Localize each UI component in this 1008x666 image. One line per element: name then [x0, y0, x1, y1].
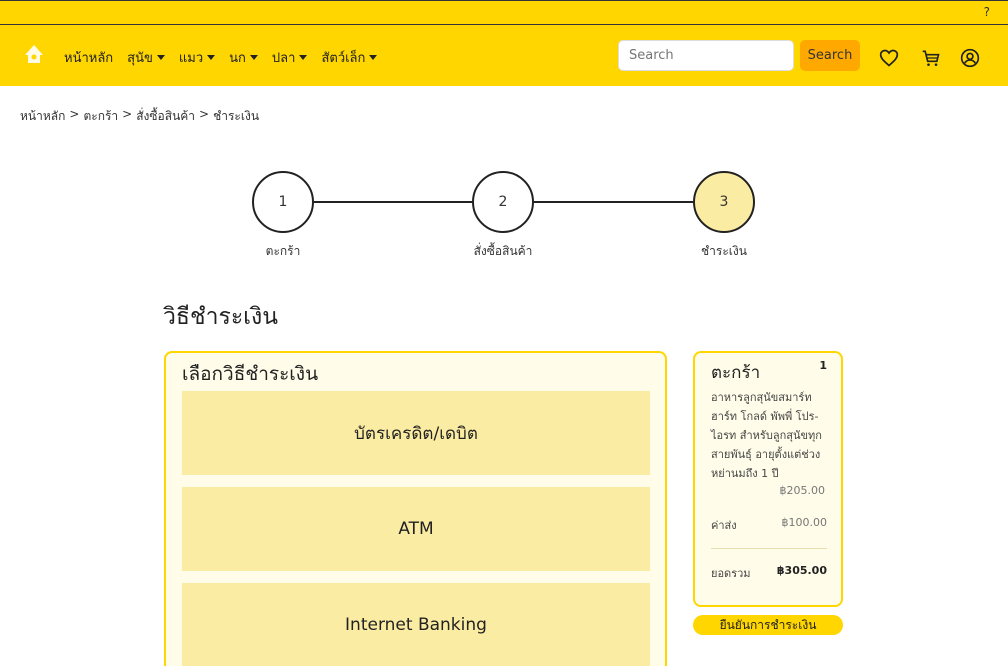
- step-2-circle: 2: [472, 171, 534, 233]
- step-3-label: ชำระเงิน: [701, 244, 747, 258]
- cart-title: ตะกร้า: [711, 363, 761, 383]
- nav-item-bird[interactable]: นก: [229, 47, 258, 68]
- step-2-label: สั่งซื้อสินค้า: [473, 244, 533, 258]
- cart-icon[interactable]: [921, 48, 941, 68]
- caret-down-icon: [369, 55, 378, 60]
- caret-down-icon: [249, 55, 258, 60]
- cart-item-name: อาหารลูกสุนัขสมาร์ทฮาร์ท โกลด์ พัพพี่ โป…: [711, 391, 822, 480]
- nav-item-label: หน้าหลัก: [64, 51, 114, 66]
- step-1-circle: 1: [252, 171, 314, 233]
- breadcrumb-separator: >: [199, 107, 210, 121]
- method-internet-banking[interactable]: Internet Banking: [182, 583, 650, 666]
- breadcrumb-order[interactable]: สั่งซื้อสินค้า: [136, 107, 195, 126]
- caret-down-icon: [299, 55, 308, 60]
- shipping-row: ค่าส่ง ฿100.00: [711, 516, 827, 534]
- page-title: วิธีชำระเงิน: [163, 304, 278, 330]
- breadcrumb: หน้าหลัก > ตะกร้า > สั่งซื้อสินค้า > ชำร…: [20, 107, 259, 126]
- cart-count-badge: 1: [819, 359, 827, 372]
- total-row: ยอดรวม ฿305.00: [711, 564, 827, 582]
- user-icon[interactable]: [960, 48, 980, 68]
- cart-item-price: ฿205.00: [779, 484, 826, 497]
- nav-item-label: สุนัข: [127, 51, 153, 66]
- payment-methods-panel: เลือกวิธีชำระเงิน บัตรเครดิต/เดบิต ATM I…: [164, 351, 667, 666]
- step-connector: [534, 201, 693, 203]
- main-menu: หน้าหลัก สุนัข แมว นก ปลา สัตว์เล็ก: [64, 47, 378, 68]
- cart-summary: ตะกร้า 1 อาหารลูกสุนัขสมาร์ทฮาร์ท โกลด์ …: [693, 351, 843, 607]
- breadcrumb-separator: >: [69, 107, 80, 121]
- method-credit-debit-card[interactable]: บัตรเครดิต/เดบิต: [182, 391, 650, 475]
- total-value: ฿305.00: [776, 564, 827, 577]
- method-atm[interactable]: ATM: [182, 487, 650, 571]
- nav-item-label: ปลา: [271, 51, 296, 66]
- step-1-label: ตะกร้า: [265, 244, 301, 258]
- breadcrumb-cart[interactable]: ตะกร้า: [83, 107, 118, 126]
- nav-item-dog[interactable]: สุนัข: [127, 47, 165, 68]
- step-connector: [314, 201, 472, 203]
- cart-divider: [711, 548, 827, 549]
- breadcrumb-separator: >: [122, 107, 133, 121]
- nav-item-label: สัตว์เล็ก: [321, 51, 366, 66]
- navbar: หน้าหลัก สุนัข แมว นก ปลา สัตว์เล็ก Sear…: [0, 25, 1008, 86]
- nav-item-label: นก: [229, 51, 246, 66]
- payment-methods-title: เลือกวิธีชำระเงิน: [182, 363, 319, 385]
- shipping-label: ค่าส่ง: [711, 519, 737, 532]
- nav-item-home[interactable]: หน้าหลัก: [64, 47, 113, 68]
- caret-down-icon: [156, 55, 165, 60]
- total-label: ยอดรวม: [711, 567, 751, 580]
- top-strip: ?: [0, 0, 1008, 25]
- nav-item-label: แมว: [178, 51, 204, 66]
- nav-item-cat[interactable]: แมว: [178, 47, 216, 68]
- confirm-payment-button[interactable]: ยืนยันการชำระเงิน: [693, 615, 843, 635]
- breadcrumb-payment: ชำระเงิน: [213, 109, 260, 123]
- step-3-circle: 3: [693, 171, 755, 233]
- search-input[interactable]: [618, 40, 794, 71]
- checkout-stepper: 1 2 3 ตะกร้า สั่งซื้อสินค้า ชำระเงิน: [0, 170, 1008, 270]
- caret-down-icon: [207, 55, 216, 60]
- help-link[interactable]: ?: [984, 5, 990, 19]
- nav-item-fish[interactable]: ปลา: [272, 47, 308, 68]
- paw-logo-icon[interactable]: [22, 43, 46, 67]
- shipping-value: ฿100.00: [781, 516, 828, 529]
- nav-item-small-pets[interactable]: สัตว์เล็ก: [321, 47, 378, 68]
- search-button[interactable]: Search: [800, 40, 860, 71]
- heart-icon[interactable]: [879, 48, 899, 68]
- breadcrumb-home[interactable]: หน้าหลัก: [20, 107, 65, 126]
